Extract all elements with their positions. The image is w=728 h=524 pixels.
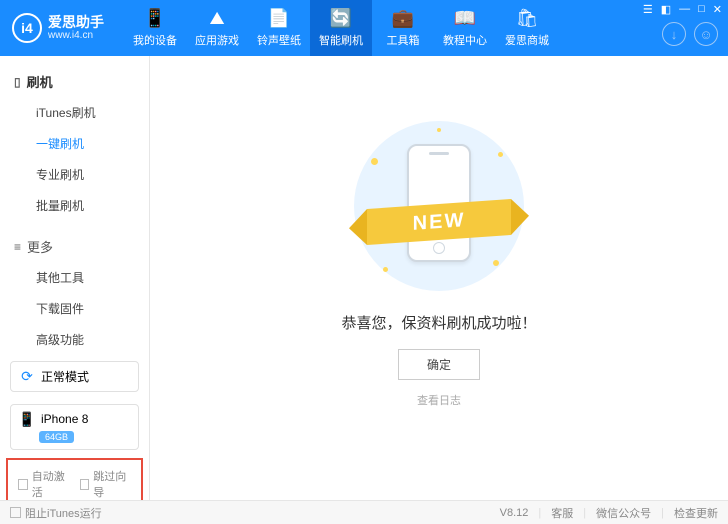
sidebar: ▯ 刷机 iTunes刷机 一键刷机 专业刷机 批量刷机 ≡ 更多 其他工具 下载固… — [0, 56, 150, 500]
view-log-link[interactable]: 查看日志 — [417, 392, 461, 408]
checkbox-label: 跳过向导 — [93, 468, 131, 500]
toolbox-icon: 💼 — [392, 8, 414, 29]
sidebar-header-more[interactable]: ≡ 更多 — [0, 231, 149, 262]
sidebar-item-batch-flash[interactable]: 批量刷机 — [0, 190, 149, 221]
device-name: iPhone 8 — [41, 412, 88, 426]
checkbox-block-itunes[interactable]: 阻止iTunes运行 — [10, 505, 102, 521]
mode-box[interactable]: ⟳ 正常模式 — [10, 361, 139, 392]
sidebar-item-advanced[interactable]: 高级功能 — [0, 324, 149, 355]
logo-title: 爱思助手 — [48, 15, 104, 30]
close-icon[interactable]: ✕ — [713, 3, 722, 16]
user-icon[interactable]: ☺ — [694, 22, 718, 46]
sidebar-title: 刷机 — [27, 72, 53, 91]
checkbox-icon — [18, 479, 28, 490]
footer: 阻止iTunes运行 V8.12 | 客服 | 微信公众号 | 检查更新 — [0, 500, 728, 524]
sidebar-title: 更多 — [27, 237, 53, 256]
ok-button[interactable]: 确定 — [398, 349, 480, 380]
checkbox-skip-guide[interactable]: 跳过向导 — [80, 468, 132, 500]
success-message: 恭喜您，保资料刷机成功啦！ — [341, 312, 536, 333]
sidebar-header-flash[interactable]: ▯ 刷机 — [0, 66, 149, 97]
header: i4 爱思助手 www.i4.cn 📱 我的设备 ⛰ 应用游戏 📄 铃声壁纸 🔄 智能刷… — [0, 0, 728, 56]
nav-tutorials[interactable]: 📖 教程中心 — [434, 0, 496, 56]
version-label: V8.12 — [500, 507, 529, 519]
flash-icon: 🔄 — [330, 8, 352, 29]
maximize-icon[interactable]: □ — [698, 3, 705, 16]
checkbox-icon — [10, 507, 21, 518]
nav-toolbox[interactable]: 💼 工具箱 — [372, 0, 434, 56]
nav-label: 工具箱 — [387, 32, 420, 48]
download-icon[interactable]: ↓ — [662, 22, 686, 46]
refresh-icon: ⟳ — [19, 369, 35, 385]
logo-icon: i4 — [12, 13, 42, 43]
checkbox-auto-activate[interactable]: 自动激活 — [18, 468, 70, 500]
ringtone-icon: 📄 — [268, 8, 290, 29]
nav-store[interactable]: 🛍 爱思商城 — [496, 0, 558, 56]
logo-url: www.i4.cn — [48, 30, 104, 41]
nav-label: 应用游戏 — [195, 32, 239, 48]
nav-label: 爱思商城 — [505, 32, 549, 48]
window-controls: ☰ ◧ — □ ✕ — [643, 3, 722, 16]
logo[interactable]: i4 爱思助手 www.i4.cn — [0, 13, 124, 43]
main-content: NEW 恭喜您，保资料刷机成功啦！ 确定 查看日志 — [150, 56, 728, 500]
nav-ringtones[interactable]: 📄 铃声壁纸 — [248, 0, 310, 56]
divider: | — [661, 507, 664, 519]
nav-label: 智能刷机 — [319, 32, 363, 48]
header-actions: ↓ ☺ — [662, 22, 718, 46]
minimize-icon[interactable]: — — [679, 3, 690, 16]
nav-label: 铃声壁纸 — [257, 32, 301, 48]
sidebar-item-oneclick-flash[interactable]: 一键刷机 — [0, 128, 149, 159]
apps-icon: ⛰ — [209, 8, 224, 29]
settings-icon[interactable]: ☰ — [643, 3, 653, 16]
divider: | — [583, 507, 586, 519]
footer-update[interactable]: 检查更新 — [674, 505, 718, 521]
nav-label: 我的设备 — [133, 32, 177, 48]
phone-outline-icon: ▯ — [14, 75, 21, 89]
divider: | — [538, 507, 541, 519]
more-icon: ≡ — [14, 240, 21, 254]
store-icon: 🛍 — [516, 8, 539, 29]
storage-badge: 64GB — [39, 431, 74, 443]
nav-apps[interactable]: ⛰ 应用游戏 — [186, 0, 248, 56]
nav-flash[interactable]: 🔄 智能刷机 — [310, 0, 372, 56]
sidebar-item-download-firmware[interactable]: 下载固件 — [0, 293, 149, 324]
nav-tabs: 📱 我的设备 ⛰ 应用游戏 📄 铃声壁纸 🔄 智能刷机 💼 工具箱 📖 教程中心 🛍 爱思商城 — [124, 0, 558, 56]
mode-label: 正常模式 — [41, 368, 89, 385]
footer-service[interactable]: 客服 — [551, 505, 573, 521]
checkbox-icon — [80, 479, 90, 490]
success-illustration: NEW — [349, 116, 529, 296]
nav-label: 教程中心 — [443, 32, 487, 48]
footer-wechat[interactable]: 微信公众号 — [596, 505, 651, 521]
checkbox-label: 自动激活 — [32, 468, 70, 500]
sidebar-item-pro-flash[interactable]: 专业刷机 — [0, 159, 149, 190]
device-box[interactable]: 📱 iPhone 8 64GB — [10, 404, 139, 450]
checkbox-label: 阻止iTunes运行 — [25, 505, 102, 521]
device-phone-icon: 📱 — [19, 411, 35, 427]
sidebar-item-other-tools[interactable]: 其他工具 — [0, 262, 149, 293]
book-icon: 📖 — [454, 8, 476, 29]
skin-icon[interactable]: ◧ — [661, 3, 671, 16]
phone-icon: 📱 — [144, 8, 166, 29]
nav-my-device[interactable]: 📱 我的设备 — [124, 0, 186, 56]
sidebar-item-itunes-flash[interactable]: iTunes刷机 — [0, 97, 149, 128]
